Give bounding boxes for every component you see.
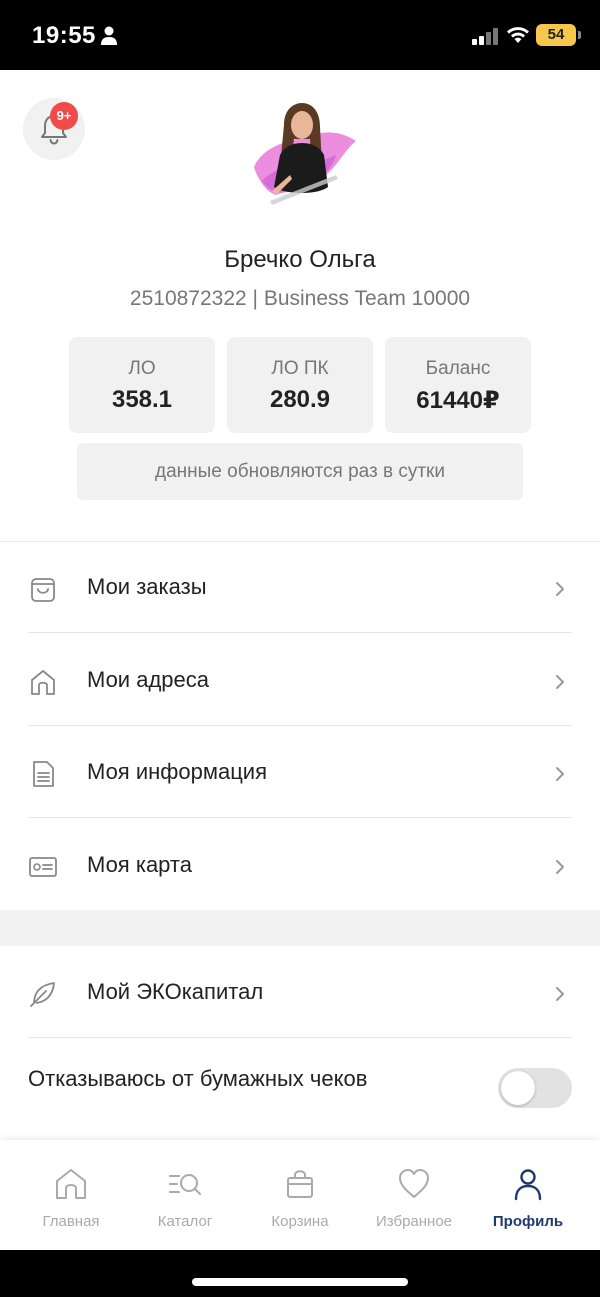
chevron-right-icon — [556, 860, 564, 874]
stat-label: Баланс — [425, 358, 491, 379]
chevron-right-icon — [556, 675, 564, 689]
stat-lo: ЛО 358.1 — [69, 337, 215, 433]
status-time: 19:55 — [32, 22, 96, 49]
user-name: Бречко Ольга — [224, 246, 376, 273]
tab-label: Главная — [42, 1213, 100, 1230]
tab-favorites[interactable]: Избранное — [354, 1140, 474, 1250]
tab-catalog[interactable]: Каталог — [125, 1140, 245, 1250]
stat-balance: Баланс 61440₽ — [385, 337, 531, 433]
paper-receipts-label: Отказываюсь от бумажных чеков — [28, 1066, 368, 1091]
stat-value: 61440₽ — [416, 387, 500, 414]
menu-item-orders[interactable]: Мои заказы — [0, 541, 600, 633]
tab-profile[interactable]: Профиль — [468, 1140, 588, 1250]
menu-separator — [28, 632, 572, 633]
tab-cart[interactable]: Корзина — [240, 1140, 360, 1250]
menu-item-ecocapital[interactable]: Мой ЭКОкапитал — [0, 946, 600, 1038]
person-icon — [514, 1169, 542, 1201]
menu-label: Мои адреса — [87, 667, 209, 692]
stat-lo-pk: ЛО ПК 280.9 — [227, 337, 373, 433]
shopping-bag-icon — [287, 1170, 313, 1198]
paper-receipts-toggle[interactable] — [498, 1068, 572, 1108]
wifi-icon — [507, 27, 529, 43]
tab-label: Избранное — [375, 1213, 453, 1230]
chevron-right-icon — [556, 767, 564, 781]
menu-label: Мой ЭКОкапитал — [87, 979, 264, 1004]
tab-home[interactable]: Главная — [11, 1140, 131, 1250]
signal-icon — [472, 28, 498, 45]
chevron-right-icon — [556, 582, 564, 596]
status-bar: 19:55 54 — [0, 0, 600, 70]
menu-item-info[interactable]: Моя информация — [0, 726, 600, 818]
avatar[interactable] — [240, 95, 360, 215]
update-note: данные обновляются раз в сутки — [77, 443, 523, 500]
toggle-knob — [501, 1071, 535, 1105]
menu-separator — [28, 817, 572, 818]
menu-label: Мои заказы — [87, 574, 207, 599]
bag-icon — [31, 578, 55, 602]
document-icon — [33, 761, 54, 787]
tab-label: Профиль — [492, 1213, 564, 1230]
battery-icon: 54 — [536, 24, 581, 46]
menu-label: Моя карта — [87, 852, 192, 877]
menu-separator — [28, 1037, 572, 1038]
stat-label: ЛО ПК — [271, 358, 329, 379]
tab-label: Корзина — [271, 1213, 329, 1230]
catalog-search-icon — [169, 1174, 201, 1195]
stat-value: 280.9 — [269, 386, 331, 413]
menu-label: Моя информация — [87, 759, 268, 784]
card-icon — [29, 857, 57, 877]
chevron-right-icon — [556, 987, 564, 1001]
menu-item-addresses[interactable]: Мои адреса — [0, 634, 600, 726]
home-icon — [56, 1169, 86, 1199]
heart-icon — [399, 1169, 429, 1198]
menu-item-card[interactable]: Моя карта — [0, 819, 600, 911]
stat-label: ЛО — [128, 358, 156, 379]
user-id-team: 2510872322 | Business Team 10000 — [129, 287, 471, 310]
stat-value: 358.1 — [111, 386, 173, 413]
house-icon — [31, 670, 55, 695]
section-separator — [0, 910, 600, 946]
tab-label: Каталог — [157, 1213, 213, 1230]
person-status-icon — [101, 26, 117, 45]
tab-bar: Главная Каталог Корзина Избранное Профил… — [0, 1140, 600, 1250]
home-bar-area — [0, 1250, 600, 1297]
notifications-badge: 9+ — [50, 102, 78, 130]
home-indicator[interactable] — [192, 1278, 408, 1286]
leaf-icon — [30, 982, 55, 1007]
